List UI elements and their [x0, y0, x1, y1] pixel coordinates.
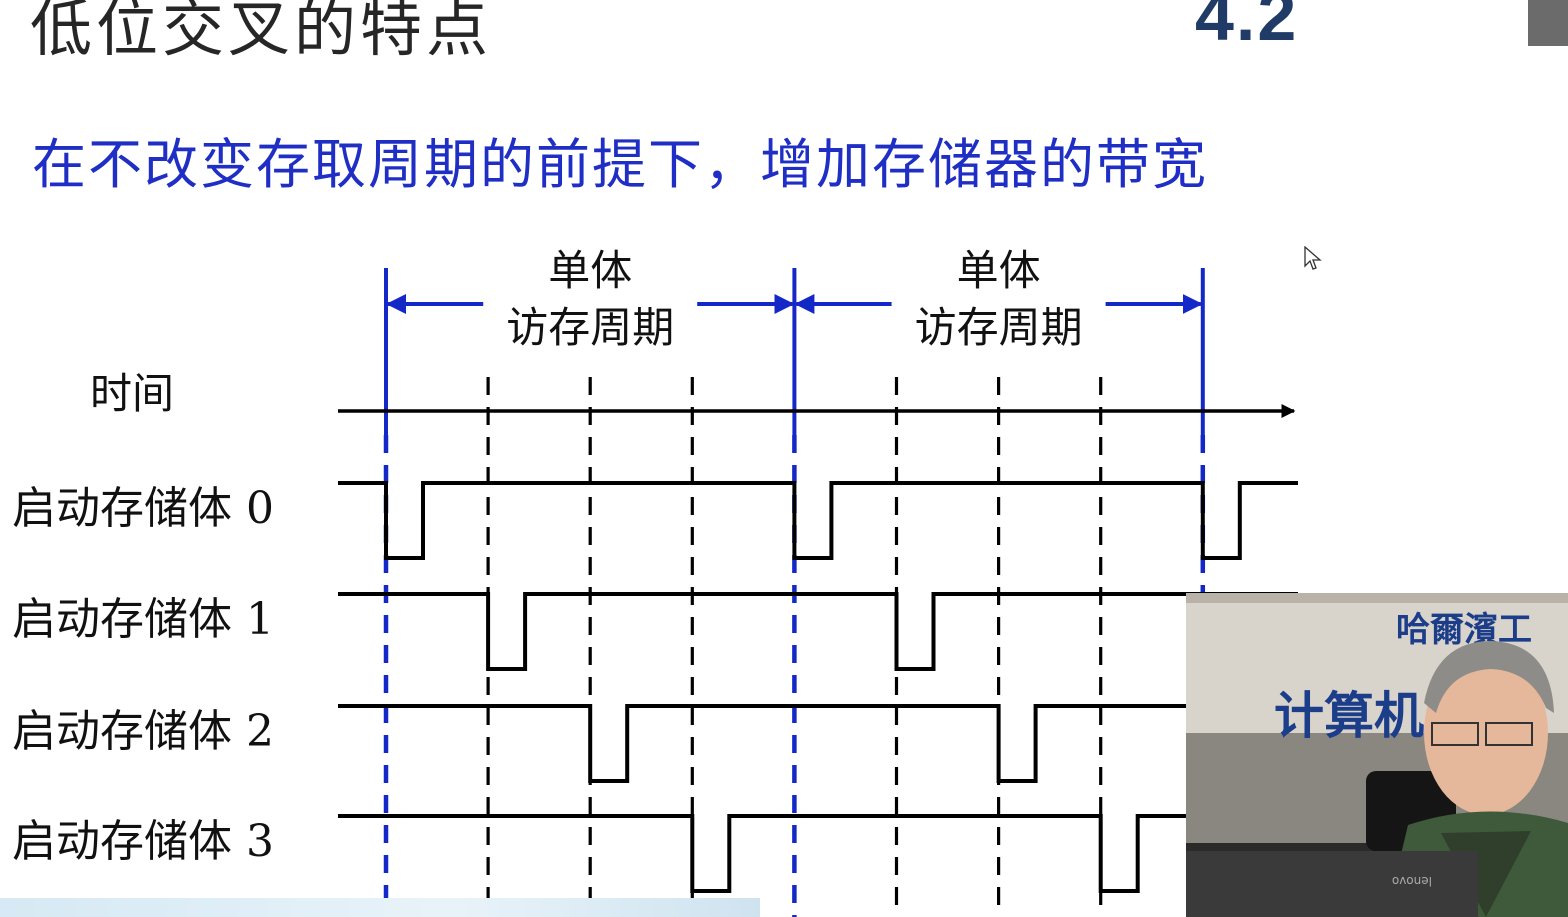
- period-label-line1: 单体: [957, 246, 1041, 295]
- bank-3-signal: [338, 814, 1186, 893]
- slide: 低位交叉的特点 4.2 在不改变存取周期的前提下，增加存储器的带宽 单体 访存周期…: [0, 0, 1568, 917]
- bottom-edge-strip: [0, 898, 760, 917]
- laptop-brand: lenovo: [1392, 874, 1432, 888]
- bank-2-label: 启动存储体 2: [12, 706, 274, 757]
- bank-2-signal: [338, 704, 1186, 783]
- wall-sign-bottom: 计算机: [1274, 687, 1424, 745]
- period-label-line2: 访存周期: [915, 303, 1083, 352]
- lecturer-video: 哈爾濱工 计算机 lenovo: [1186, 593, 1568, 917]
- period-label-line1: 单体: [548, 246, 632, 295]
- bank-0-signal: [338, 481, 1298, 560]
- bank-0-label: 启动存储体 0: [12, 483, 274, 534]
- time-label: 时间: [90, 369, 174, 418]
- mouse-pointer-icon: [1304, 245, 1322, 276]
- bank-3-label: 启动存储体 3: [12, 816, 274, 867]
- period-label-line2: 访存周期: [506, 303, 674, 352]
- wall-sign-top: 哈爾濱工: [1396, 610, 1532, 650]
- bank-1-signal: [338, 592, 1298, 671]
- bank-1-label: 启动存储体 1: [12, 594, 274, 645]
